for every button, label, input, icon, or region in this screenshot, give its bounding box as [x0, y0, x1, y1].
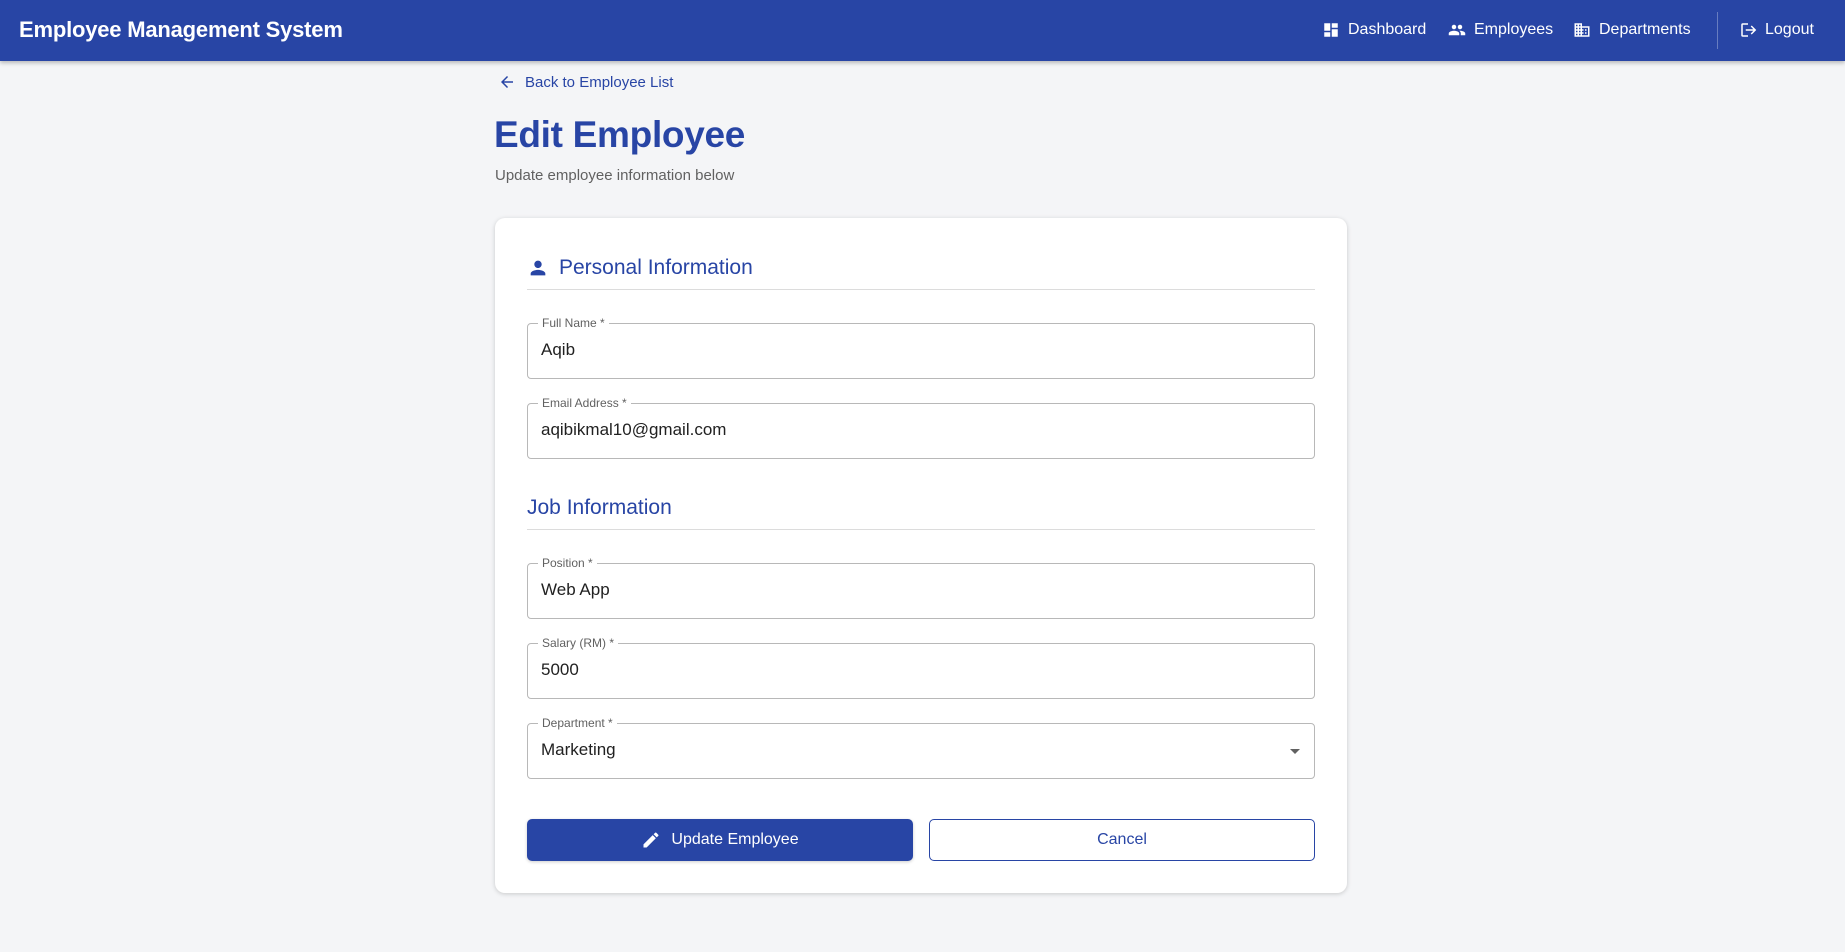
salary-label: Salary (RM) * [538, 635, 619, 651]
building-icon [1574, 23, 1590, 37]
salary-field: Salary (RM) * [527, 635, 1315, 699]
arrow-back-icon [501, 76, 513, 88]
full-name-field: Full Name * [527, 315, 1315, 379]
department-label: Department * [538, 715, 617, 731]
salary-input[interactable] [541, 660, 1281, 680]
edit-pencil-icon [643, 832, 659, 848]
dashboard-icon [1324, 23, 1338, 37]
back-link-label: Back to Employee List [525, 73, 674, 91]
nav-logout[interactable]: Logout [1729, 10, 1824, 50]
nav-departments[interactable]: Departments [1563, 10, 1701, 50]
edit-employee-form-card: Personal Information Full Name * Email A… [495, 218, 1347, 893]
position-input[interactable] [541, 580, 1281, 600]
full-name-input[interactable] [541, 340, 1281, 360]
job-info-section-header: Job Information [527, 486, 1315, 530]
full-name-label: Full Name * [538, 315, 609, 331]
nav-departments-label: Departments [1599, 21, 1691, 38]
back-to-employee-list-link[interactable]: Back to Employee List [498, 70, 673, 94]
email-label: Email Address * [538, 395, 631, 411]
nav-divider [1717, 12, 1718, 49]
dropdown-caret-icon[interactable] [1290, 749, 1300, 754]
people-icon [1448, 24, 1466, 36]
logout-icon [1741, 23, 1757, 37]
personal-info-section-header: Personal Information [527, 246, 1315, 290]
nav-employees-label: Employees [1474, 21, 1554, 38]
email-input[interactable] [541, 420, 1281, 440]
department-selected-value: Marketing [541, 740, 616, 759]
department-select[interactable]: Department * Marketing [527, 715, 1315, 779]
email-field: Email Address * [527, 395, 1315, 459]
job-info-heading: Job Information [527, 495, 672, 519]
cancel-label: Cancel [1097, 831, 1147, 848]
position-field: Position * [527, 555, 1315, 619]
page-title: Edit Employee [494, 114, 746, 155]
nav-dashboard[interactable]: Dashboard [1312, 10, 1436, 50]
cancel-button[interactable]: Cancel [929, 819, 1315, 861]
nav-dashboard-label: Dashboard [1348, 21, 1427, 38]
update-employee-button[interactable]: Update Employee [527, 819, 913, 861]
update-employee-label: Update Employee [671, 831, 799, 848]
nav-logout-label: Logout [1765, 21, 1814, 38]
personal-info-heading: Personal Information [559, 255, 753, 279]
top-app-bar: Employee Management System Dashboard Emp… [0, 0, 1845, 61]
page-subtitle: Update employee information below [495, 167, 735, 184]
position-label: Position * [538, 555, 597, 571]
app-title: Employee Management System [19, 17, 343, 42]
nav-employees[interactable]: Employees [1438, 10, 1563, 50]
person-icon [530, 260, 546, 275]
